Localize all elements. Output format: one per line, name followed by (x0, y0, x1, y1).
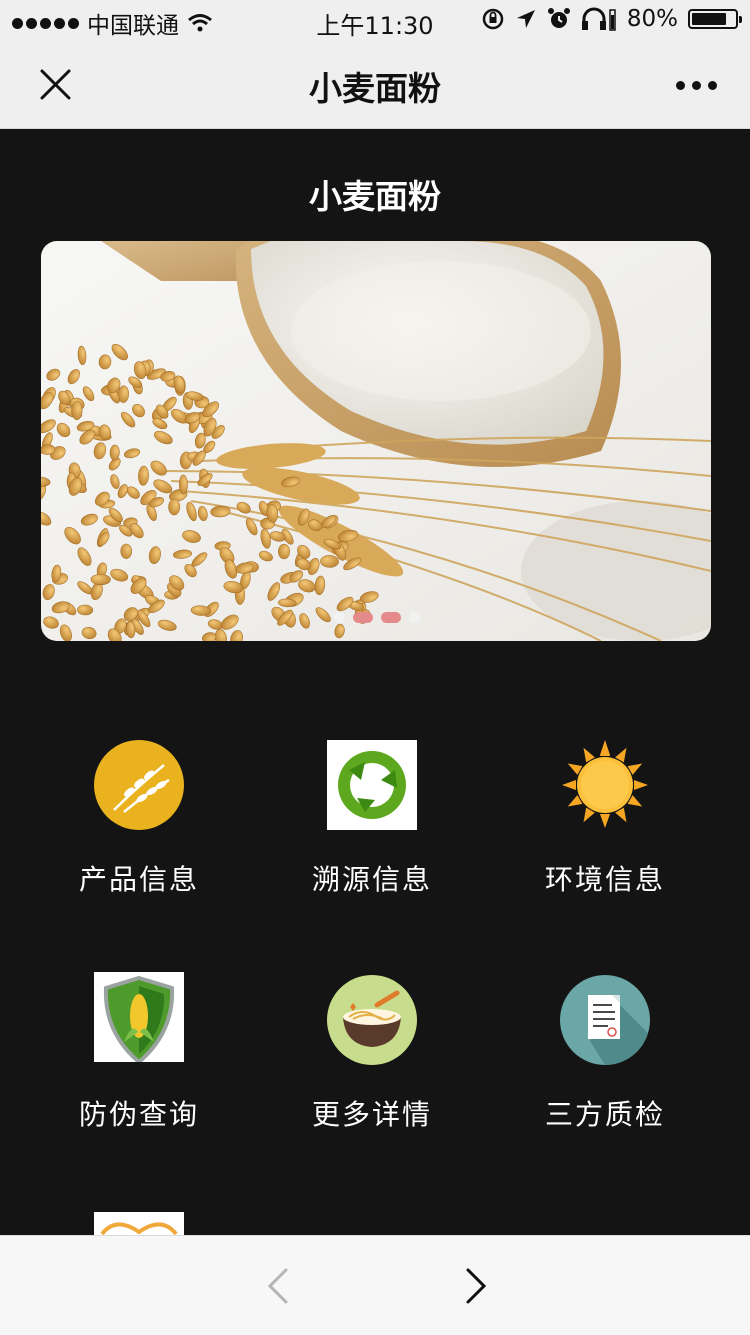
forward-button[interactable] (456, 1264, 496, 1308)
sun-icon (562, 740, 648, 828)
battery-fill (692, 13, 726, 25)
more-button[interactable] (666, 70, 726, 100)
chevron-right-icon (466, 1268, 487, 1304)
close-icon (40, 69, 71, 100)
noodle-bowl-icon (327, 975, 417, 1065)
close-button[interactable] (30, 60, 80, 110)
nav-bar: 小麦面粉 (0, 40, 750, 129)
banner-carousel[interactable] (41, 241, 711, 641)
wheat-flour-photo (41, 241, 711, 641)
menu-item-label: 产品信息 (78, 863, 199, 896)
menu-item-label: 环境信息 (544, 863, 665, 896)
battery-percent: 80% (626, 6, 678, 32)
headphones-icon (581, 7, 616, 31)
menu-item-label: 溯源信息 (311, 863, 432, 896)
carousel-dot[interactable] (353, 612, 373, 623)
back-button[interactable] (258, 1264, 298, 1308)
page-title: 小麦面粉 (309, 177, 441, 216)
recycle-arrows-icon (327, 740, 417, 830)
document-report-icon (560, 975, 650, 1065)
carousel-indicator (334, 612, 420, 623)
orientation-lock-icon (482, 8, 504, 30)
carousel-dot[interactable] (409, 612, 420, 623)
alarm-icon (547, 8, 570, 28)
carousel-dot[interactable] (381, 612, 401, 623)
menu-item-label: 三方质检 (544, 1098, 665, 1131)
status-bar: 中国联通 上午11:30 80% (0, 0, 750, 40)
bottom-toolbar (0, 1235, 750, 1335)
nav-title: 小麦面粉 (309, 69, 441, 108)
chevron-left-icon (267, 1268, 288, 1304)
shield-corn-icon (94, 972, 184, 1062)
menu-item-label: 防伪查询 (78, 1098, 199, 1131)
wheat-icon (94, 740, 184, 830)
more-dots-icon (675, 80, 685, 90)
battery-icon (688, 9, 742, 29)
menu-item-label: 更多详情 (311, 1098, 432, 1131)
carousel-dot[interactable] (334, 612, 345, 623)
location-arrow-icon (516, 10, 535, 28)
